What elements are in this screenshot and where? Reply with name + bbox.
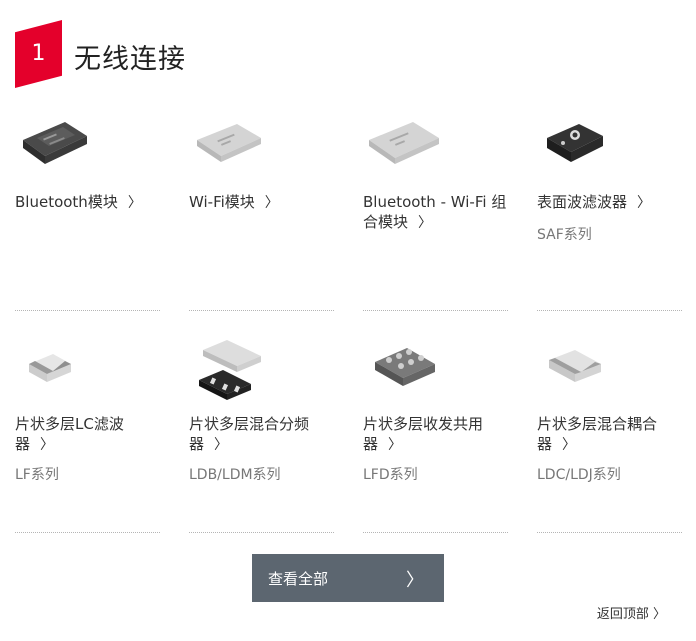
lc-filter-icon: [29, 354, 71, 382]
divider: [363, 532, 508, 533]
section-number: 1: [31, 41, 46, 66]
chevron-right-icon: 〉: [637, 195, 652, 211]
divider: [363, 310, 508, 311]
wifi-module-icon: [197, 124, 261, 162]
card-series: LF系列: [15, 467, 59, 483]
divider: [537, 310, 682, 311]
section-header: 1 无线连接: [15, 20, 415, 90]
card-name: 表面波滤波器: [537, 193, 628, 211]
back-to-top-link[interactable]: 返回顶部 〉: [597, 603, 666, 622]
divider: [189, 310, 334, 311]
chevron-right-icon: 〉: [418, 215, 433, 231]
section-title: 无线连接: [74, 44, 186, 75]
view-all-button[interactable]: 查看全部 〉: [252, 554, 444, 602]
chevron-right-icon: 〉: [264, 195, 279, 211]
card-name: Wi-Fi模块: [189, 193, 255, 211]
card-name: 片状多层混合分频器: [189, 415, 310, 453]
divider: [15, 310, 160, 311]
chevron-right-icon: 〉: [562, 437, 577, 453]
coupler-icon: [549, 350, 601, 382]
chevron-right-icon: 〉: [214, 437, 229, 453]
divider: [15, 532, 160, 533]
combo-module-icon: [369, 122, 439, 164]
card-name: Bluetooth - Wi-Fi 组合模块: [363, 193, 507, 231]
saw-filter-icon: [547, 124, 603, 162]
card-name: Bluetooth模块: [15, 193, 118, 211]
divider: [537, 532, 682, 533]
chevron-right-icon: 〉: [40, 437, 55, 453]
card-name: 片状多层LC滤波器: [15, 415, 124, 453]
chevron-right-icon: 〉: [127, 195, 142, 211]
duplexer-icon: [375, 348, 435, 386]
divider: [189, 532, 334, 533]
card-series: SAF系列: [537, 227, 592, 243]
diplexer-icon: [199, 340, 261, 400]
card-series: LDB/LDM系列: [189, 467, 281, 483]
card-name: 片状多层混合耦合器: [537, 415, 658, 453]
chevron-right-icon: 〉: [388, 437, 403, 453]
card-series: LFD系列: [363, 467, 418, 483]
chevron-right-icon: 〉: [406, 570, 424, 591]
bluetooth-module-icon: [23, 122, 87, 164]
card-series: LDC/LDJ系列: [537, 467, 621, 483]
view-all-label: 查看全部: [268, 570, 329, 588]
card-name: 片状多层收发共用器: [363, 415, 484, 453]
